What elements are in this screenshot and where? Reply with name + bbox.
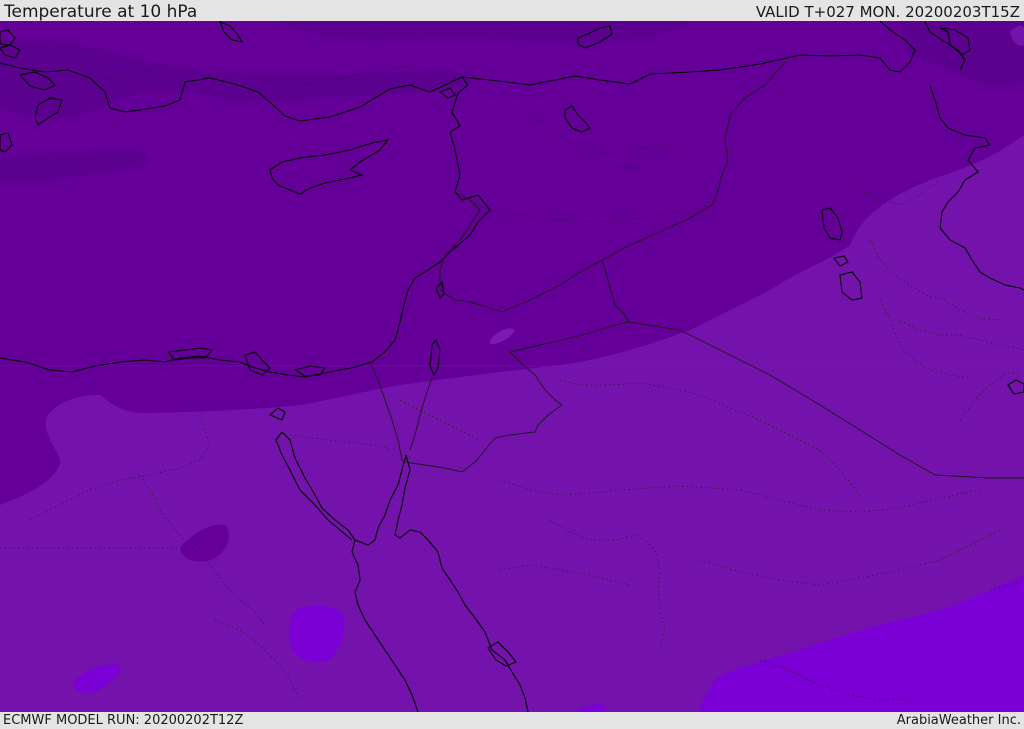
header-bar: Temperature at 10 hPa VALID T+027 MON. 2… <box>0 0 1024 22</box>
model-run-label: ECMWF MODEL RUN: 20200202T12Z <box>3 713 244 728</box>
credit-label: ArabiaWeather Inc. <box>896 713 1021 728</box>
weather-map[interactable] <box>0 21 1024 712</box>
footer-bar: ECMWF MODEL RUN: 20200202T12Z ArabiaWeat… <box>0 712 1024 729</box>
valid-time: VALID T+027 MON. 20200203T15Z <box>755 3 1020 21</box>
map-canvas <box>0 21 1024 712</box>
map-title: Temperature at 10 hPa <box>4 2 198 22</box>
